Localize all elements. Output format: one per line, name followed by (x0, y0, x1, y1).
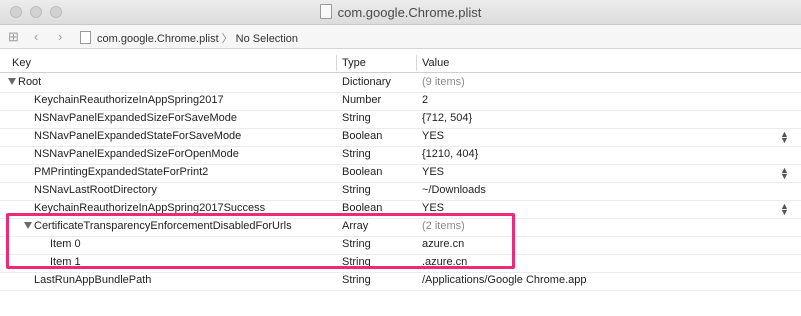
disclosure-triangle-icon[interactable] (8, 78, 16, 85)
table-row[interactable]: NSNavPanelExpandedStateForSaveMode Boole… (0, 128, 801, 147)
column-header: Key Type Value (0, 54, 801, 73)
window-title: com.google.Chrome.plist (0, 4, 801, 20)
table-row[interactable]: KeychainReauthorizeInAppSpring2017 Numbe… (0, 92, 801, 111)
plist-file-icon (80, 31, 91, 44)
breadcrumb: com.google.Chrome.plist 〉 No Selection (80, 30, 298, 46)
forward-arrow-icon[interactable]: › (58, 29, 62, 44)
toolbar: ⊞ ‹ › com.google.Chrome.plist 〉 No Selecti… (0, 25, 801, 49)
title-bar: com.google.Chrome.plist (0, 0, 801, 25)
breadcrumb-file[interactable]: com.google.Chrome.plist (97, 33, 219, 45)
breadcrumb-selection[interactable]: No Selection (236, 33, 298, 45)
boolean-stepper-icon[interactable]: ▲ ▼ (780, 130, 789, 145)
annotation-highlight-box (6, 213, 515, 269)
column-divider[interactable] (416, 55, 417, 71)
table-row[interactable]: NSNavLastRootDirectory String ~/Download… (0, 182, 801, 201)
document-icon (319, 4, 332, 19)
value-column-header[interactable]: Value (422, 57, 449, 69)
table-row-root[interactable]: Root Dictionary (9 items) (0, 74, 801, 93)
breadcrumb-separator: 〉 (221, 33, 233, 45)
back-arrow-icon[interactable]: ‹ (34, 29, 38, 44)
table-row[interactable]: PMPrintingExpandedStateForPrint2 Boolean… (0, 164, 801, 183)
table-row[interactable]: NSNavPanelExpandedSizeForOpenMode String… (0, 146, 801, 165)
key-column-header[interactable]: Key (12, 57, 31, 69)
table-row[interactable]: LastRunAppBundlePath String /Application… (0, 272, 801, 291)
type-column-header[interactable]: Type (342, 57, 366, 69)
boolean-stepper-icon[interactable]: ▲ ▼ (780, 202, 789, 217)
boolean-stepper-icon[interactable]: ▲ ▼ (780, 166, 789, 181)
table-row[interactable]: NSNavPanelExpandedSizeForSaveMode String… (0, 110, 801, 129)
column-divider[interactable] (336, 55, 337, 71)
grid-icon[interactable]: ⊞ (8, 29, 19, 44)
